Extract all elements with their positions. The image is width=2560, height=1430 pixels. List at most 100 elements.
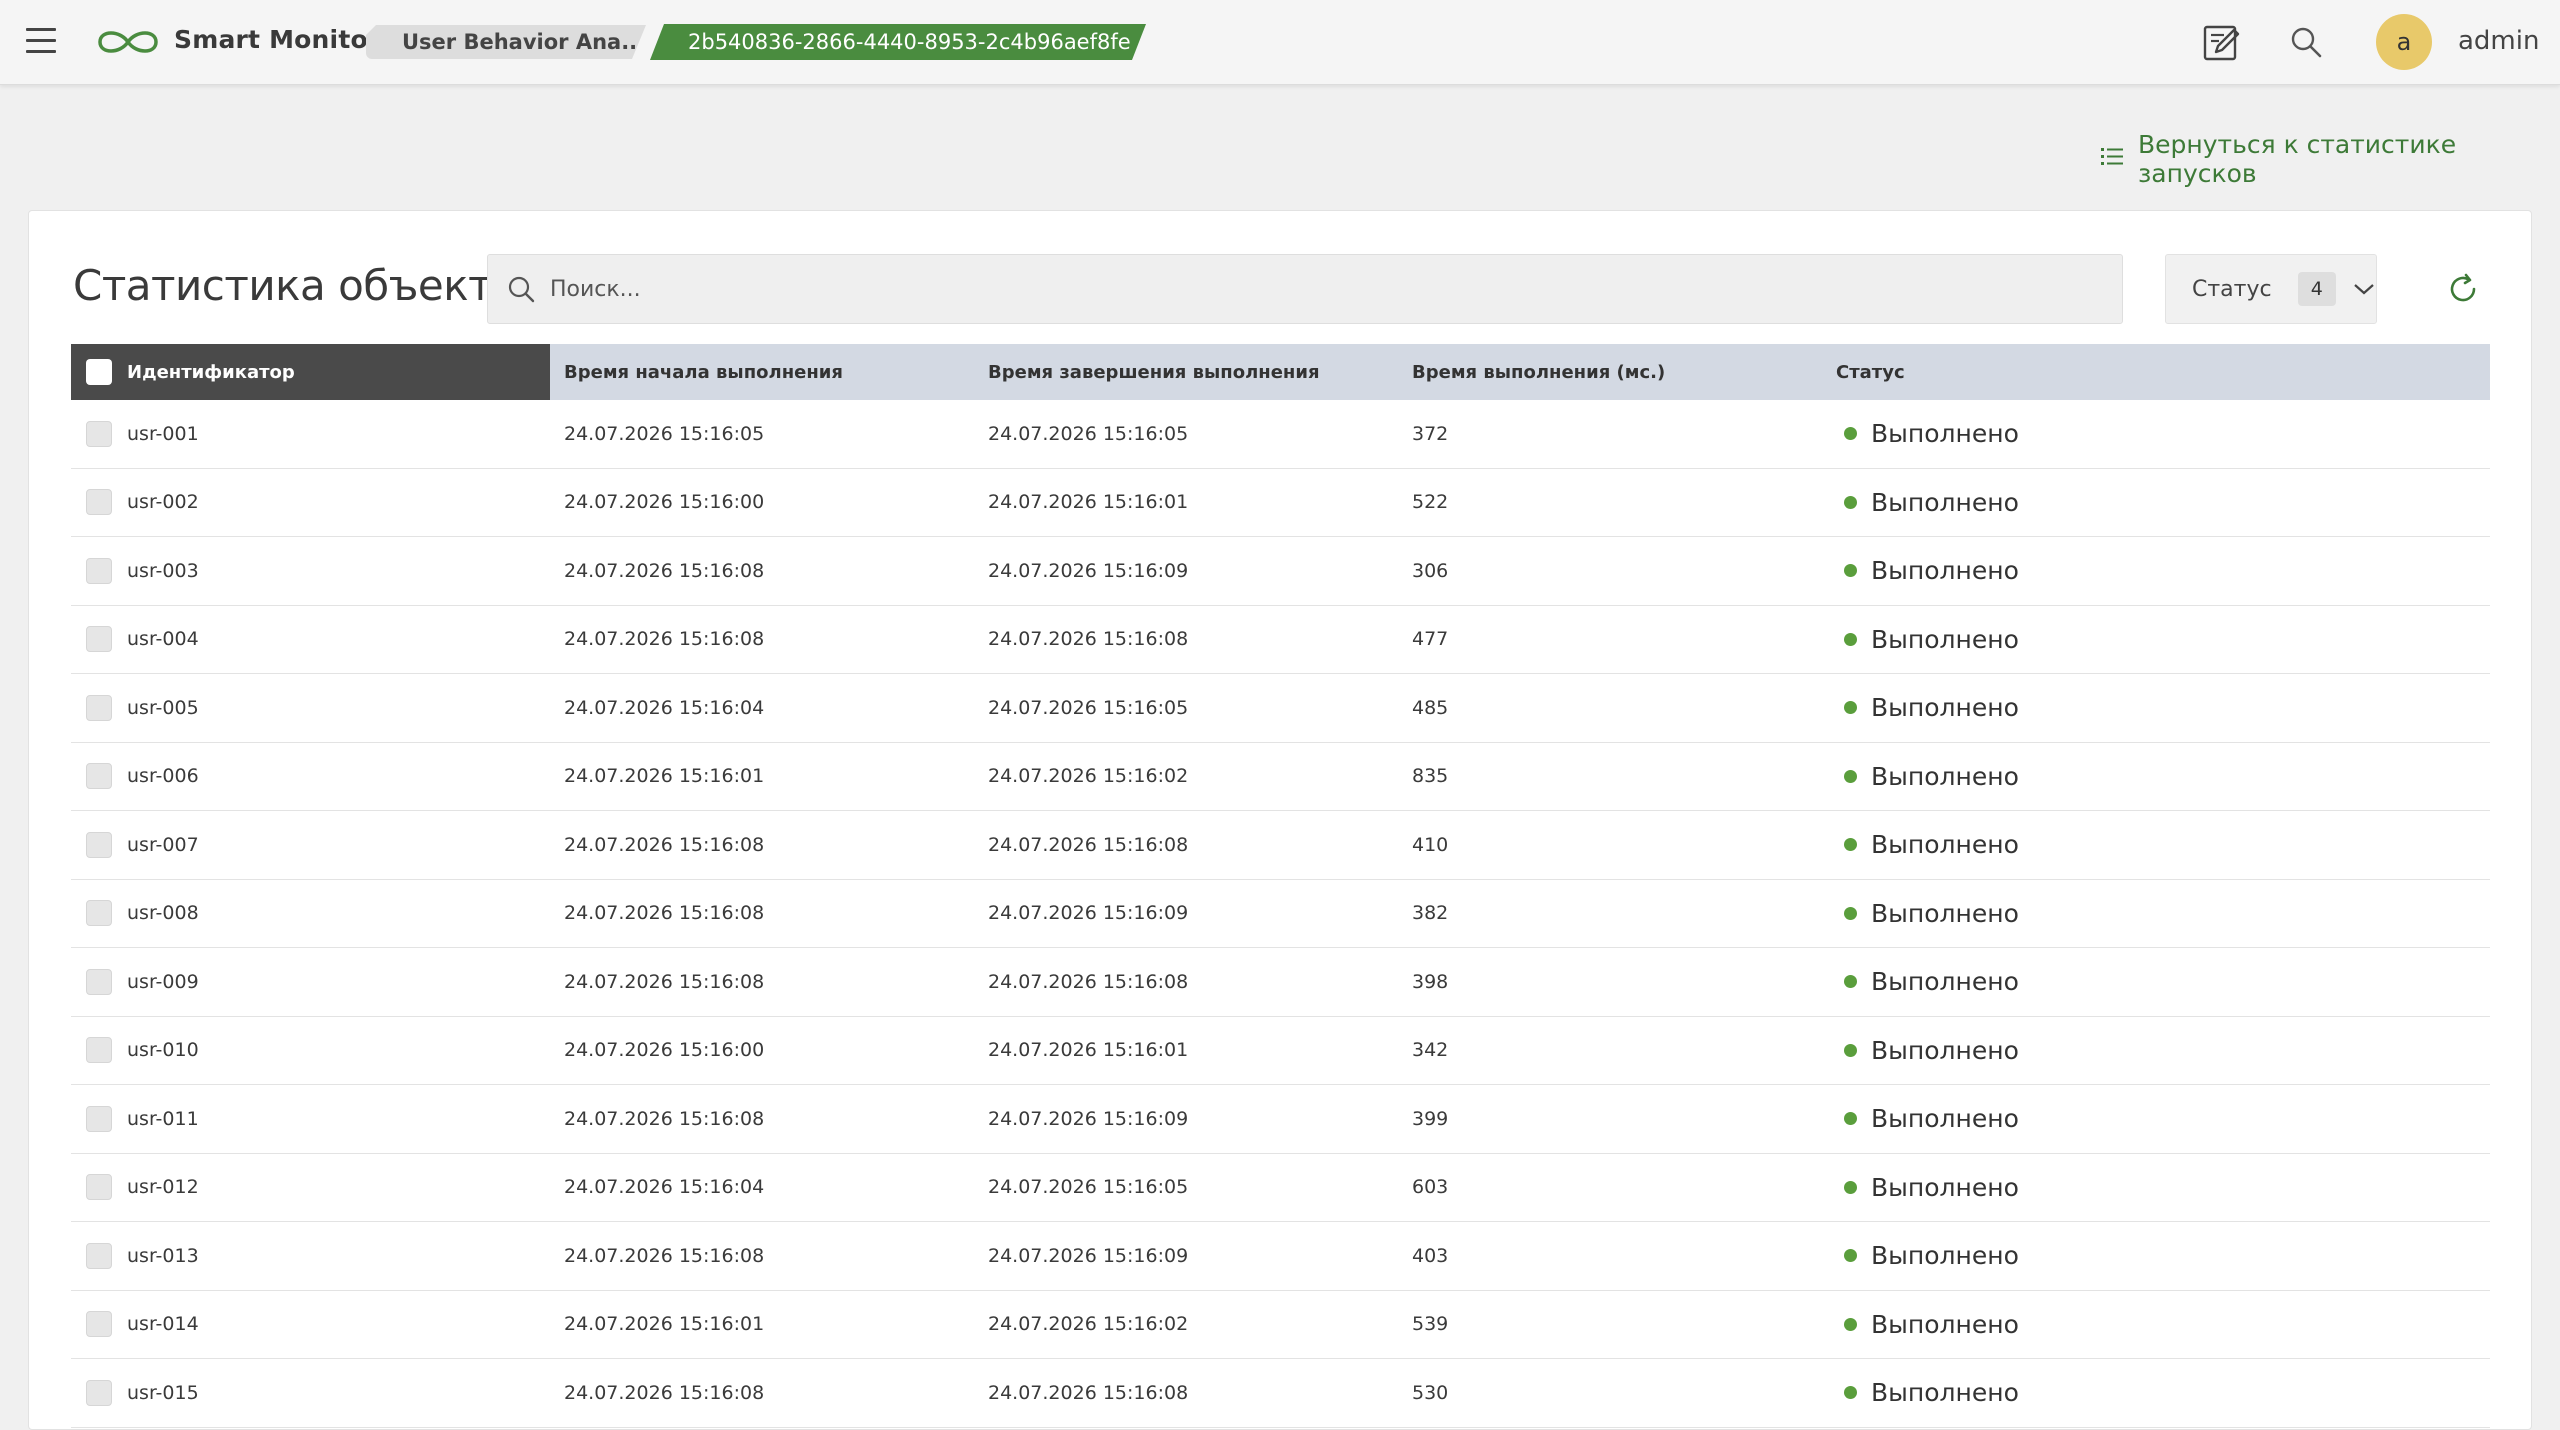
duration-cell: 410 xyxy=(1412,833,1449,856)
table-row[interactable]: usr-014 24.07.2026 15:16:01 24.07.2026 15:… xyxy=(71,1290,2490,1359)
refresh-icon[interactable] xyxy=(2441,267,2485,311)
row-checkbox[interactable] xyxy=(86,831,112,858)
status-dot-icon xyxy=(1844,1180,1857,1194)
row-id[interactable]: usr-008 xyxy=(127,902,199,924)
objects-stats-card: Статистика объектов Статус 4 Ид xyxy=(28,210,2532,1430)
row-checkbox[interactable] xyxy=(86,1242,112,1269)
row-checkbox[interactable] xyxy=(86,1037,112,1064)
duration-cell: 306 xyxy=(1412,559,1449,582)
id-cell: usr-014 xyxy=(71,1311,550,1338)
row-checkbox[interactable] xyxy=(86,763,112,790)
row-checkbox[interactable] xyxy=(86,626,112,653)
row-id[interactable]: usr-010 xyxy=(127,1039,199,1061)
id-cell: usr-012 xyxy=(71,1174,550,1201)
row-id[interactable]: usr-013 xyxy=(127,1245,199,1267)
end-time-cell: 24.07.2026 15:16:08 xyxy=(988,833,1189,856)
row-id[interactable]: usr-011 xyxy=(127,1108,199,1130)
table-row[interactable]: usr-001 24.07.2026 15:16:05 24.07.2026 15:… xyxy=(71,400,2490,469)
duration-cell: 399 xyxy=(1412,1107,1449,1130)
status-dot-icon xyxy=(1844,632,1857,646)
hamburger-icon[interactable] xyxy=(26,28,58,56)
status-dot-icon xyxy=(1844,838,1857,852)
start-time-cell: 24.07.2026 15:16:05 xyxy=(564,422,765,445)
table-row[interactable]: usr-013 24.07.2026 15:16:08 24.07.2026 15:… xyxy=(71,1222,2490,1291)
row-id[interactable]: usr-015 xyxy=(127,1382,199,1404)
column-header-end[interactable]: Время завершения выполнения xyxy=(974,344,1398,400)
table-row[interactable]: usr-009 24.07.2026 15:16:08 24.07.2026 15:… xyxy=(71,948,2490,1017)
avatar[interactable]: a xyxy=(2376,14,2432,70)
status-dot-icon xyxy=(1844,1386,1857,1400)
id-cell: usr-008 xyxy=(71,900,550,927)
table-row[interactable]: usr-015 24.07.2026 15:16:08 24.07.2026 15:… xyxy=(71,1359,2490,1428)
row-id[interactable]: usr-006 xyxy=(127,765,199,787)
row-checkbox[interactable] xyxy=(86,968,112,995)
row-checkbox[interactable] xyxy=(86,1105,112,1132)
row-checkbox[interactable] xyxy=(86,557,112,584)
table-body: usr-001 24.07.2026 15:16:05 24.07.2026 15:… xyxy=(71,400,2490,1428)
duration-cell: 403 xyxy=(1412,1244,1449,1267)
row-checkbox[interactable] xyxy=(86,1311,112,1338)
table-row[interactable]: usr-012 24.07.2026 15:16:04 24.07.2026 15:… xyxy=(71,1153,2490,1222)
search-icon xyxy=(506,274,536,304)
row-checkbox[interactable] xyxy=(86,694,112,721)
table-row[interactable]: usr-006 24.07.2026 15:16:01 24.07.2026 15:… xyxy=(71,742,2490,811)
table-row[interactable]: usr-004 24.07.2026 15:16:08 24.07.2026 15:… xyxy=(71,605,2490,674)
table-row[interactable]: usr-008 24.07.2026 15:16:08 24.07.2026 15:… xyxy=(71,879,2490,948)
duration-cell: 522 xyxy=(1412,491,1449,514)
search-input[interactable] xyxy=(550,276,2050,302)
start-time-cell: 24.07.2026 15:16:08 xyxy=(564,1381,765,1404)
row-checkbox[interactable] xyxy=(86,1174,112,1201)
id-cell: usr-005 xyxy=(71,694,550,721)
select-all-checkbox[interactable] xyxy=(86,359,112,385)
row-id[interactable]: usr-004 xyxy=(127,628,199,650)
row-id[interactable]: usr-003 xyxy=(127,560,199,582)
column-header-id-label: Идентификатор xyxy=(127,361,295,383)
row-id[interactable]: usr-007 xyxy=(127,834,199,856)
table-row[interactable]: usr-003 24.07.2026 15:16:08 24.07.2026 15:… xyxy=(71,537,2490,606)
column-header-status[interactable]: Статус xyxy=(1822,344,2490,400)
search-icon[interactable] xyxy=(2284,20,2328,64)
start-time-cell: 24.07.2026 15:16:00 xyxy=(564,491,765,514)
status-filter-count-badge: 4 xyxy=(2297,272,2336,306)
row-id[interactable]: usr-009 xyxy=(127,971,199,993)
app-name[interactable]: Smart Monitor xyxy=(174,25,380,54)
column-header-start[interactable]: Время начала выполнения xyxy=(550,344,974,400)
table-row[interactable]: usr-010 24.07.2026 15:16:00 24.07.2026 15:… xyxy=(71,1016,2490,1085)
status-text: Выполнено xyxy=(1871,1378,2019,1408)
search-box[interactable] xyxy=(487,254,2123,324)
status-text: Выполнено xyxy=(1871,624,2019,654)
status-text: Выполнено xyxy=(1871,1035,2019,1065)
breadcrumb-run-id[interactable]: 2b540836-2866-4440-8953-2c4b96aef8fe xyxy=(650,24,1146,60)
start-time-cell: 24.07.2026 15:16:08 xyxy=(564,1244,765,1267)
column-header-id[interactable]: Идентификатор xyxy=(71,344,550,400)
row-id[interactable]: usr-014 xyxy=(127,1313,199,1335)
duration-cell: 485 xyxy=(1412,696,1449,719)
infinity-logo-icon[interactable] xyxy=(92,24,164,64)
row-id[interactable]: usr-005 xyxy=(127,697,199,719)
id-cell: usr-003 xyxy=(71,557,550,584)
start-time-cell: 24.07.2026 15:16:00 xyxy=(564,1039,765,1062)
row-id[interactable]: usr-012 xyxy=(127,1176,199,1198)
row-checkbox[interactable] xyxy=(86,1379,112,1406)
row-checkbox[interactable] xyxy=(86,489,112,516)
table-row[interactable]: usr-002 24.07.2026 15:16:00 24.07.2026 15:… xyxy=(71,468,2490,537)
status-filter-dropdown[interactable]: Статус 4 xyxy=(2165,254,2377,324)
page-title: Статистика объектов xyxy=(73,261,542,310)
end-time-cell: 24.07.2026 15:16:08 xyxy=(988,628,1189,651)
username[interactable]: admin xyxy=(2458,26,2539,56)
back-to-runs-link[interactable]: Вернуться к статистике запусков xyxy=(2100,130,2560,188)
table-row[interactable]: usr-011 24.07.2026 15:16:08 24.07.2026 15:… xyxy=(71,1085,2490,1154)
column-header-duration[interactable]: Время выполнения (мс.) xyxy=(1398,344,1822,400)
end-time-cell: 24.07.2026 15:16:01 xyxy=(988,1039,1189,1062)
table-row[interactable]: usr-007 24.07.2026 15:16:08 24.07.2026 15:… xyxy=(71,811,2490,880)
table-row[interactable]: usr-005 24.07.2026 15:16:04 24.07.2026 15:… xyxy=(71,674,2490,743)
breadcrumb-project[interactable]: User Behavior Ana... xyxy=(366,25,646,59)
status-dot-icon xyxy=(1844,1317,1857,1331)
row-checkbox[interactable] xyxy=(86,900,112,927)
id-cell: usr-001 xyxy=(71,420,550,447)
status-text: Выполнено xyxy=(1871,419,2019,449)
row-id[interactable]: usr-002 xyxy=(127,491,199,513)
row-checkbox[interactable] xyxy=(86,420,112,447)
edit-note-icon[interactable] xyxy=(2200,20,2244,64)
row-id[interactable]: usr-001 xyxy=(127,423,199,445)
